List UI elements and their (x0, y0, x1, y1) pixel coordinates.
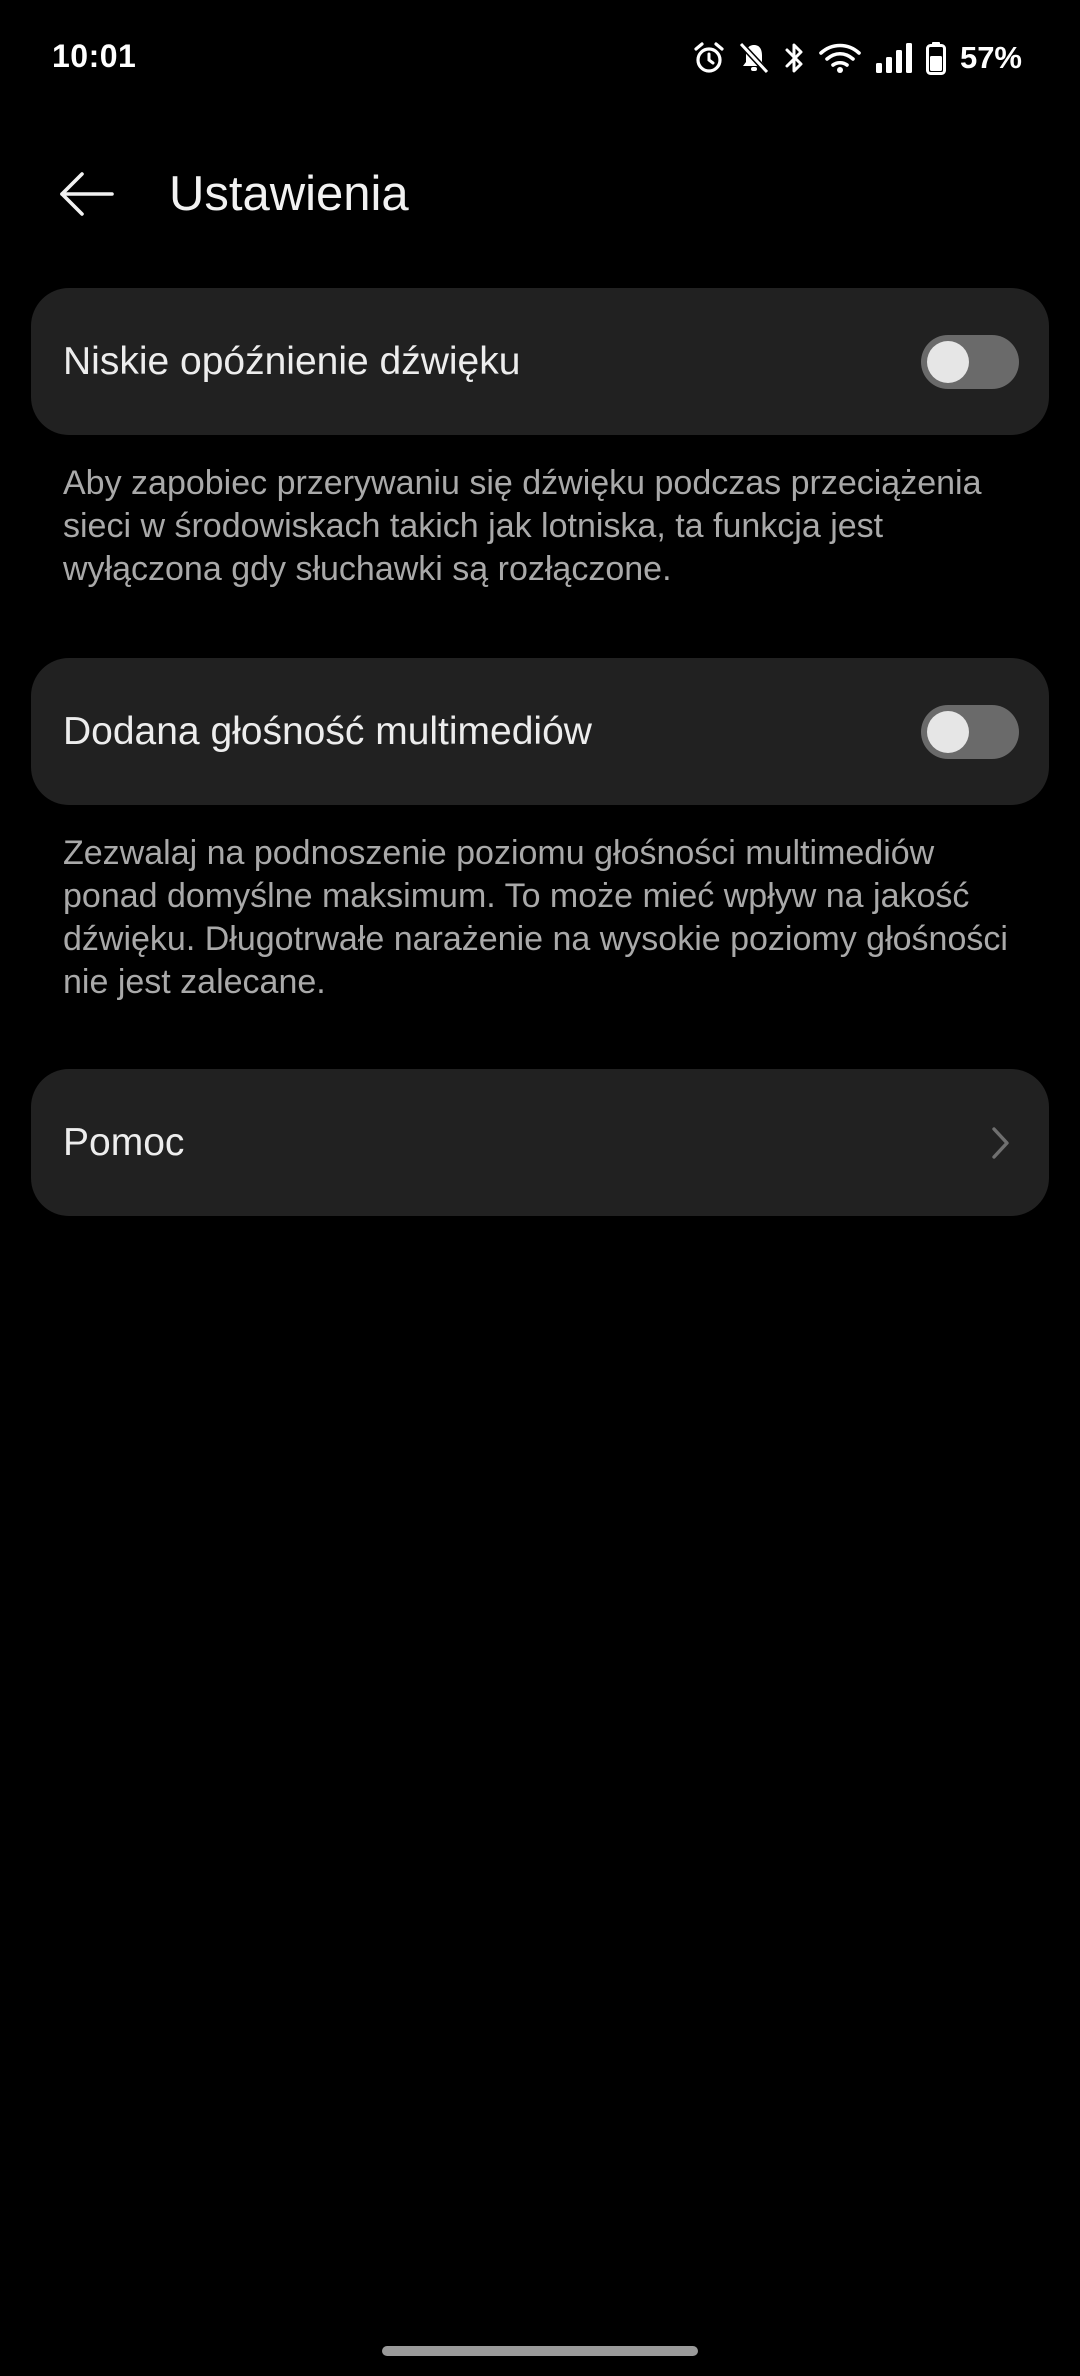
low-latency-label: Niskie opóźnienie dźwięku (63, 339, 521, 383)
chevron-right-icon (985, 1123, 1015, 1163)
page-title: Ustawienia (169, 167, 409, 221)
low-latency-description: Aby zapobiec przerywaniu się dźwięku pod… (63, 464, 982, 588)
arrow-left-icon (56, 169, 116, 224)
toggle-knob (927, 340, 969, 383)
media-volume-boost-description: Zezwalaj na podnoszenie poziomu głośnośc… (63, 834, 1008, 1001)
battery-icon (925, 41, 946, 75)
media-volume-boost-setting[interactable]: Dodana głośność multimediów (31, 658, 1049, 805)
low-latency-toggle[interactable] (921, 334, 1019, 389)
home-indicator[interactable] (382, 2346, 698, 2356)
media-volume-boost-toggle[interactable] (921, 704, 1019, 759)
low-latency-setting[interactable]: Niskie opóźnienie dźwięku (31, 288, 1049, 435)
help-item[interactable]: Pomoc (31, 1069, 1049, 1216)
battery-percentage: 57% (959, 40, 1022, 75)
media-volume-boost-label: Dodana głośność multimediów (63, 709, 592, 753)
back-button[interactable] (56, 164, 136, 228)
toggle-knob (927, 710, 969, 753)
signal-icon (874, 41, 914, 75)
status-time: 10:01 (52, 38, 137, 74)
bluetooth-icon (782, 41, 806, 75)
bell-off-icon (738, 41, 770, 75)
status-icons: 57% (692, 38, 1022, 78)
help-label: Pomoc (63, 1120, 185, 1164)
wifi-icon (818, 41, 862, 75)
alarm-icon (692, 41, 726, 75)
app-header: Ustawienia (0, 150, 1080, 240)
status-bar: 10:01 57% (0, 0, 1080, 120)
